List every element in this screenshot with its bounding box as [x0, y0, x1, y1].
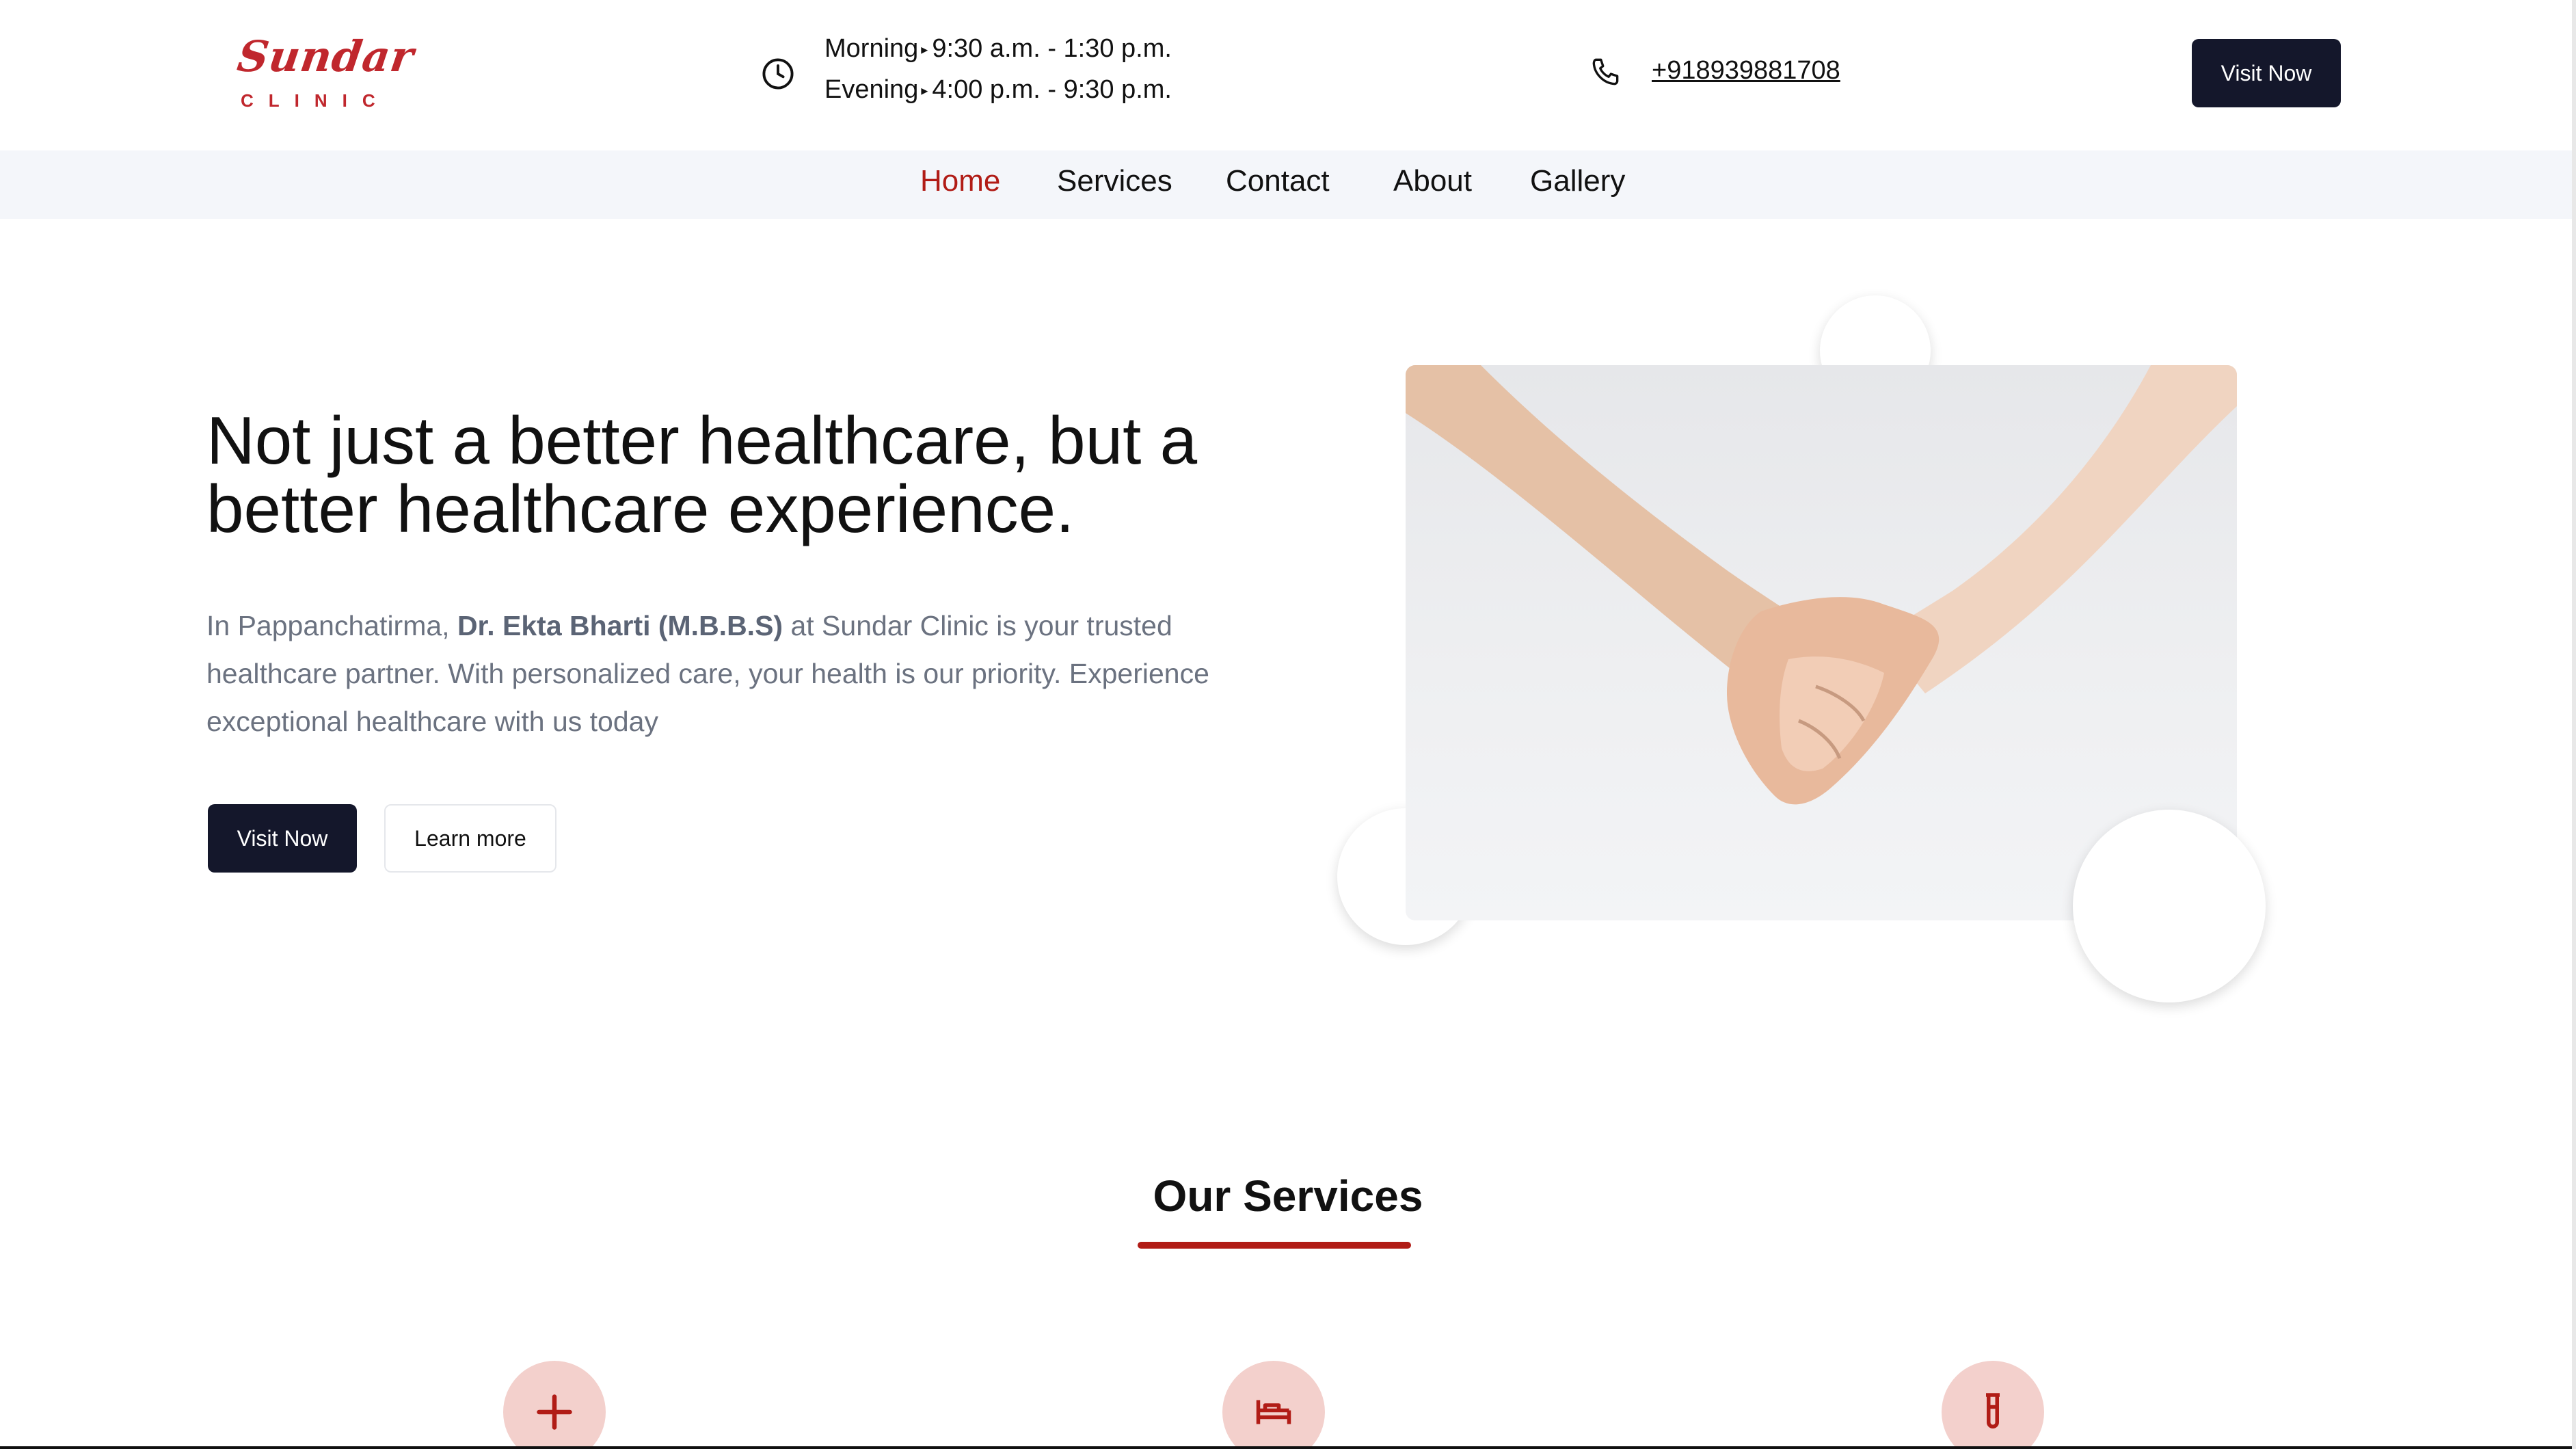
triangle-icon: ▸ — [921, 83, 928, 99]
bed-icon — [1256, 1400, 1291, 1424]
nav-home[interactable]: Home — [920, 164, 1000, 198]
hero-title: Not just a better healthcare, but a bett… — [206, 403, 1198, 546]
decor-circle — [2073, 810, 2266, 1002]
opening-hours: Morning ▸ 9:30 a.m. - 1:30 p.m. Evening ▸ 4:… — [760, 31, 1252, 114]
clinic-logo[interactable]: Sundar CLINIC — [234, 31, 417, 114]
nav-contact[interactable]: Contact — [1226, 164, 1330, 198]
phone-link[interactable]: +918939881708 — [1652, 56, 1840, 85]
page-bottom-border — [0, 1446, 2576, 1449]
main-nav: Home Services Contact About Gallery — [0, 150, 2576, 219]
test-tube-icon — [1986, 1393, 2000, 1428]
logo-word: Sundar — [234, 31, 418, 81]
top-header: Sundar CLINIC Morning ▸ 9:30 a.m. - 1:30 p… — [0, 0, 2576, 150]
learn-more-button[interactable]: Learn more — [384, 804, 556, 873]
service-icon-circle[interactable] — [503, 1361, 606, 1449]
nav-gallery[interactable]: Gallery — [1530, 164, 1625, 198]
scrollbar[interactable] — [2572, 0, 2576, 1449]
services-heading: Our Services — [1153, 1171, 1423, 1221]
evening-hours: Evening ▸ 4:00 p.m. - 9:30 p.m. — [824, 75, 1172, 104]
service-icon-circle[interactable] — [1942, 1361, 2044, 1449]
phone-icon — [1589, 55, 1623, 89]
doctor-name: Dr. Ekta Bharti (M.B.B.S) — [457, 610, 783, 641]
phone-contact: +918939881708 — [1589, 52, 1876, 93]
service-icon-circle[interactable] — [1222, 1361, 1325, 1449]
nav-services[interactable]: Services — [1057, 164, 1172, 198]
visit-now-header-button[interactable]: Visit Now — [2192, 39, 2341, 107]
nav-about[interactable]: About — [1393, 164, 1472, 198]
hero-description: In Pappanchatirma, Dr. Ekta Bharti (M.B.… — [206, 610, 1209, 737]
logo-subtitle: CLINIC — [241, 90, 390, 111]
heading-underline — [1138, 1242, 1411, 1249]
plus-icon — [537, 1394, 572, 1430]
visit-now-button[interactable]: Visit Now — [208, 804, 357, 873]
clock-icon — [760, 56, 796, 92]
morning-hours: Morning ▸ 9:30 a.m. - 1:30 p.m. — [824, 34, 1172, 63]
triangle-icon: ▸ — [921, 42, 928, 58]
